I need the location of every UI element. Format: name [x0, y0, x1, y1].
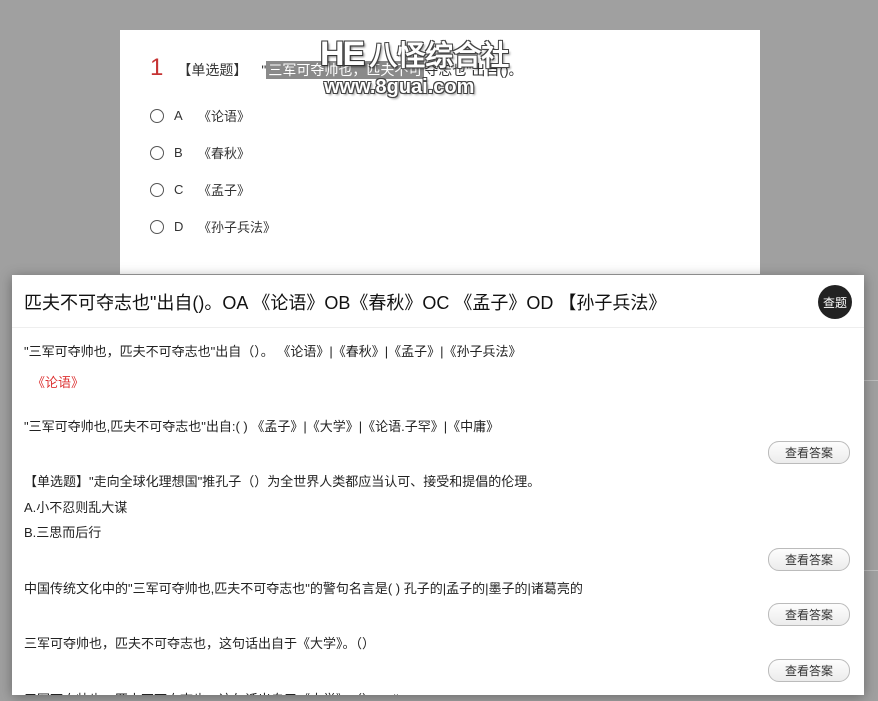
radio-icon[interactable]: [150, 146, 164, 160]
option-letter: A: [174, 108, 188, 123]
highlighted-text: 三军可夺帅也，匹夫不可: [266, 61, 424, 79]
result-text: 【单选题】"走向全球化理想国"推孔子（）为全世界人类都应当认可、接受和提倡的伦理…: [24, 472, 854, 492]
question-type: 【单选题】: [177, 60, 247, 80]
result-item: 三军可夺帅也，匹夫不可夺志也，这句话出自于《大学》。（） 查看答案: [24, 634, 854, 682]
view-answer-button[interactable]: 查看答案: [768, 659, 850, 682]
result-answer: 《论语》: [32, 372, 854, 391]
option-text: 《论语》: [198, 106, 250, 125]
result-item: "三军可夺帅也，匹夫不可夺志也"出自（）。 《论语》|《春秋》|《孟子》|《孙子…: [24, 342, 854, 409]
radio-icon[interactable]: [150, 109, 164, 123]
option-row[interactable]: C 《孟子》: [150, 180, 740, 199]
result-item: 三军可夺帅也，匹夫不可夺志也，这句话出自于《大学》。（） null查看答案: [24, 690, 854, 696]
option-text: 《春秋》: [198, 143, 250, 162]
popup-header: 匹夫不可夺志也"出自()。OA 《论语》OB《春秋》OC 《孟子》OD 【孙子兵…: [12, 275, 864, 327]
search-button[interactable]: 查题: [818, 285, 852, 319]
option-row[interactable]: A 《论语》: [150, 106, 740, 125]
options-list: A 《论语》 B 《春秋》 C 《孟子》 D 《孙子兵法》: [150, 106, 740, 236]
option-letter: B: [174, 145, 188, 160]
option-letter: C: [174, 182, 188, 197]
popup-title: 匹夫不可夺志也"出自()。OA 《论语》OB《春秋》OC 《孟子》OD 【孙子兵…: [24, 289, 810, 315]
result-text: 三军可夺帅也，匹夫不可夺志也，这句话出自于《大学》。（） null: [24, 690, 854, 696]
view-answer-button[interactable]: 查看答案: [768, 548, 850, 571]
option-row[interactable]: D 《孙子兵法》: [150, 217, 740, 236]
question-header: 1 【单选题】 "三军可夺帅也，匹夫不可夺志也"出自()。: [150, 54, 740, 82]
view-answer-button[interactable]: 查看答案: [768, 441, 850, 464]
question-stem: "三军可夺帅也，匹夫不可夺志也"出自()。: [261, 60, 522, 80]
result-text: B.三思而后行: [24, 523, 854, 543]
result-item: 【单选题】"走向全球化理想国"推孔子（）为全世界人类都应当认可、接受和提倡的伦理…: [24, 472, 854, 571]
option-text: 《孙子兵法》: [198, 217, 276, 236]
view-answer-button[interactable]: 查看答案: [768, 603, 850, 626]
option-letter: D: [174, 219, 188, 234]
radio-icon[interactable]: [150, 220, 164, 234]
search-popup: 匹夫不可夺志也"出自()。OA 《论语》OB《春秋》OC 《孟子》OD 【孙子兵…: [12, 275, 864, 695]
result-item: "三军可夺帅也,匹夫不可夺志也"出自:( ) 《孟子》|《大学》|《论语.子罕》…: [24, 417, 854, 465]
result-text: 中国传统文化中的"三军可夺帅也,匹夫不可夺志也"的警句名言是( ) 孔子的|孟子…: [24, 579, 854, 599]
result-text: A.小不忍则乱大谋: [24, 498, 854, 518]
results-list[interactable]: "三军可夺帅也，匹夫不可夺志也"出自（）。 《论语》|《春秋》|《孟子》|《孙子…: [12, 327, 864, 695]
option-text: 《孟子》: [198, 180, 250, 199]
option-row[interactable]: B 《春秋》: [150, 143, 740, 162]
quiz-card: 1 【单选题】 "三军可夺帅也，匹夫不可夺志也"出自()。 A 《论语》 B 《春秋》…: [120, 30, 760, 274]
result-text: "三军可夺帅也，匹夫不可夺志也"出自（）。 《论语》|《春秋》|《孟子》|《孙子…: [24, 342, 854, 362]
result-item: 中国传统文化中的"三军可夺帅也,匹夫不可夺志也"的警句名言是( ) 孔子的|孟子…: [24, 579, 854, 627]
result-text: 三军可夺帅也，匹夫不可夺志也，这句话出自于《大学》。（）: [24, 634, 854, 654]
radio-icon[interactable]: [150, 183, 164, 197]
result-text: "三军可夺帅也,匹夫不可夺志也"出自:( ) 《孟子》|《大学》|《论语.子罕》…: [24, 417, 854, 437]
question-number: 1: [150, 54, 163, 82]
